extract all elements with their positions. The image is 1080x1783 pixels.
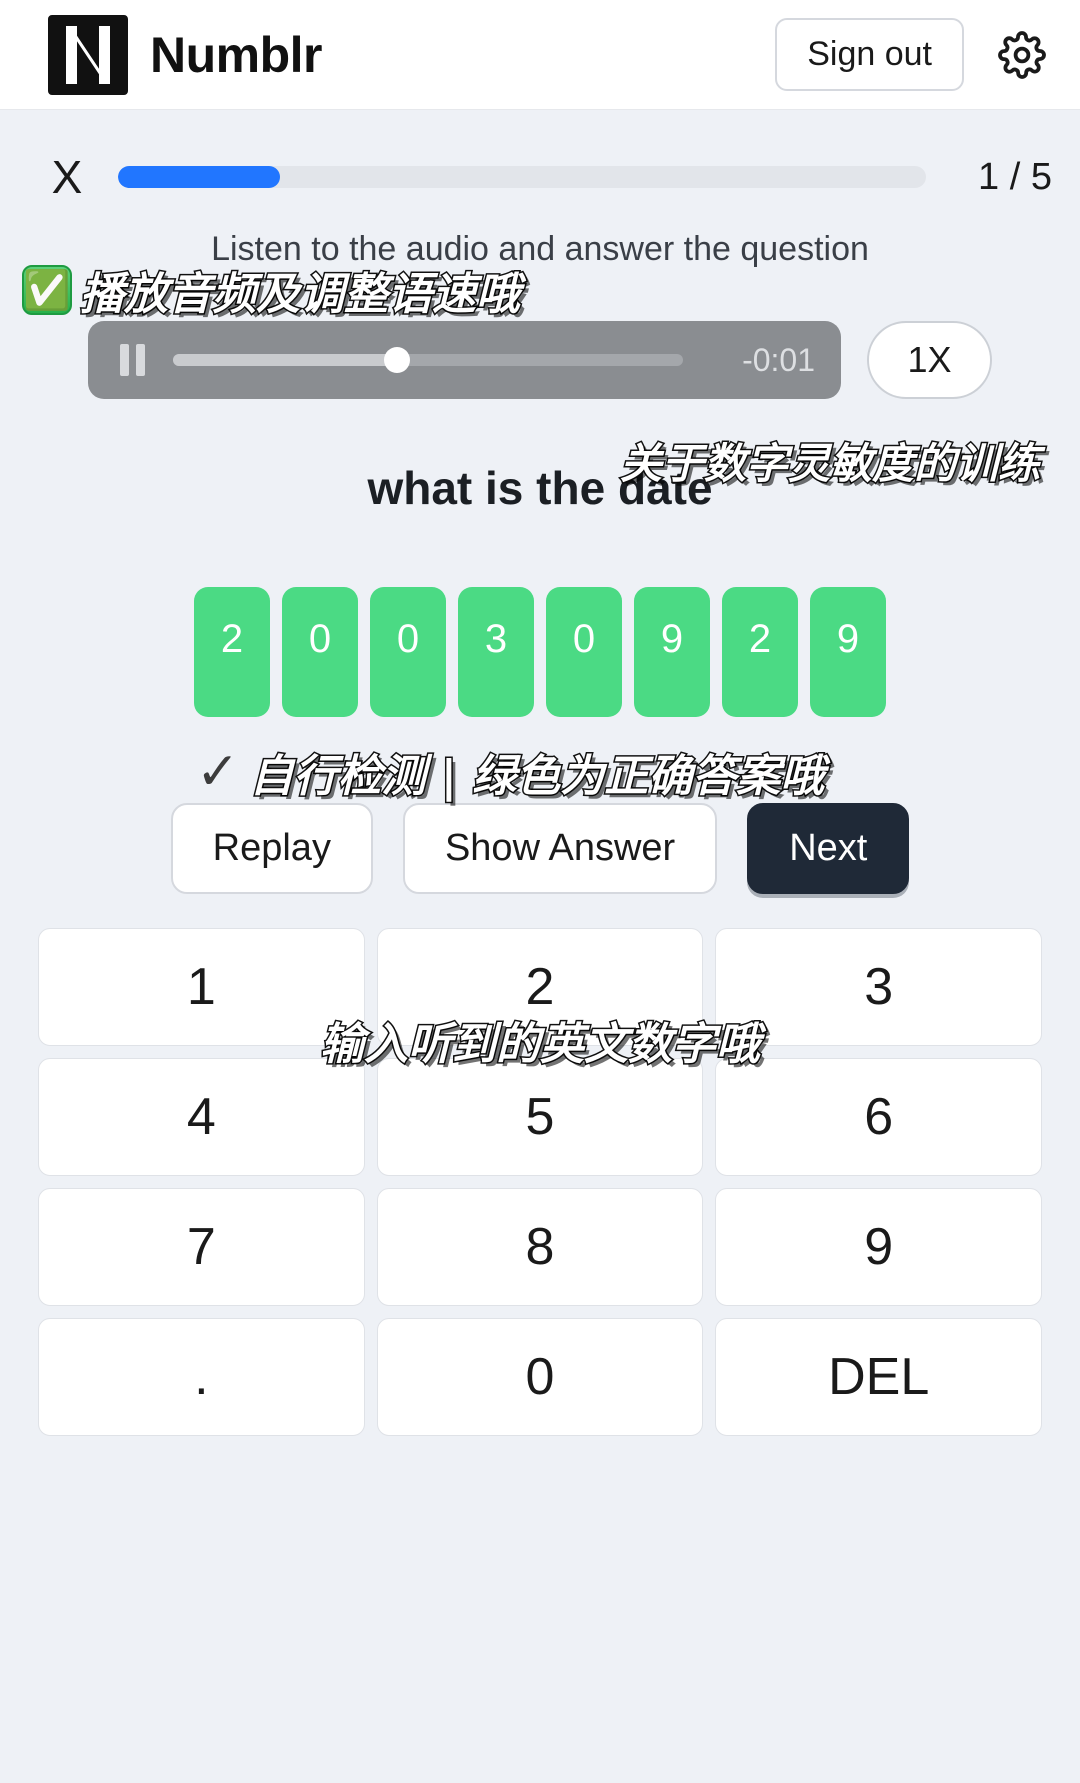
audio-progress-fill bbox=[173, 354, 398, 366]
show-answer-button[interactable]: Show Answer bbox=[402, 803, 718, 894]
answer-tile[interactable]: 3 bbox=[458, 587, 534, 717]
numeric-keypad: 1 2 3 4 5 6 7 8 9. 0 DEL bbox=[0, 928, 1080, 1436]
audio-player[interactable]: -0:01 bbox=[88, 321, 841, 399]
annotation-answer-note-text: 自行检测 | 绿色为正确答案哦 bbox=[248, 750, 826, 804]
check-mark-icon: ✅ bbox=[22, 265, 72, 315]
progress-bar-row: X 1 / 5 bbox=[0, 110, 1080, 204]
answer-tiles: 20030929 bbox=[0, 587, 1080, 717]
audio-scrubber[interactable] bbox=[173, 347, 683, 373]
annotation-audio-note-text: 播放音频及调整语速哦 bbox=[79, 268, 522, 322]
next-button[interactable]: Next bbox=[747, 803, 910, 894]
brand-logo[interactable]: Numblr bbox=[48, 14, 323, 95]
answer-tile[interactable]: 2 bbox=[194, 587, 270, 717]
answer-tile[interactable]: 0 bbox=[546, 587, 622, 717]
header-actions: Sign out bbox=[775, 18, 1050, 91]
annotation-topic-note: 关于数字灵敏度的训练 bbox=[618, 438, 1041, 490]
checkmark-icon: ✓ bbox=[196, 742, 240, 802]
answer-tile[interactable]: 0 bbox=[282, 587, 358, 717]
progress-fill bbox=[118, 166, 280, 188]
logo-n-icon bbox=[48, 14, 128, 95]
annotation-answer-note: ✓ 自行检测 | 绿色为正确答案哦 bbox=[196, 740, 826, 804]
keypad-key-del[interactable]: DEL bbox=[715, 1318, 1042, 1436]
keypad-key-dot[interactable]: . bbox=[38, 1318, 365, 1436]
app-header: Numblr Sign out bbox=[0, 0, 1080, 110]
annotation-audio-note: ✅ 播放音频及调整语速哦 bbox=[22, 258, 522, 322]
pause-icon[interactable] bbox=[114, 340, 151, 380]
replay-button[interactable]: Replay bbox=[170, 803, 373, 894]
answer-tile[interactable]: 9 bbox=[810, 587, 886, 717]
audio-time-remaining: -0:01 bbox=[742, 341, 815, 378]
app-root: Numblr Sign out X 1 / 5 Listen to the au… bbox=[0, 0, 1080, 1436]
playback-speed-button[interactable]: 1X bbox=[867, 321, 992, 399]
keypad-key-0[interactable]: 0 bbox=[376, 1318, 704, 1436]
progress-counter: 1 / 5 bbox=[978, 155, 1052, 198]
audio-player-row: -0:01 1X bbox=[0, 321, 1080, 399]
answer-tile[interactable]: 9 bbox=[634, 587, 710, 717]
close-icon[interactable]: X bbox=[42, 150, 92, 204]
keypad-key-9[interactable]: 9 bbox=[715, 1188, 1042, 1306]
action-buttons: Replay Show Answer Next bbox=[0, 803, 1080, 894]
answer-tile[interactable]: 2 bbox=[722, 587, 798, 717]
brand-name: Numblr bbox=[150, 26, 323, 83]
keypad-key-8[interactable]: 8 bbox=[376, 1188, 704, 1306]
keypad-key-6[interactable]: 6 bbox=[715, 1058, 1042, 1176]
audio-scrub-thumb[interactable] bbox=[384, 347, 411, 373]
annotation-keypad-note: 输入听到的英文数字哦 bbox=[319, 1018, 762, 1072]
answer-tile[interactable]: 0 bbox=[370, 587, 446, 717]
gear-icon[interactable] bbox=[994, 27, 1050, 83]
keypad-key-4[interactable]: 4 bbox=[38, 1058, 365, 1176]
keypad-key-7[interactable]: 7 bbox=[38, 1188, 365, 1306]
progress-track bbox=[118, 166, 926, 188]
sign-out-button[interactable]: Sign out bbox=[775, 18, 964, 91]
keypad-key-5[interactable]: 5 bbox=[376, 1058, 704, 1176]
